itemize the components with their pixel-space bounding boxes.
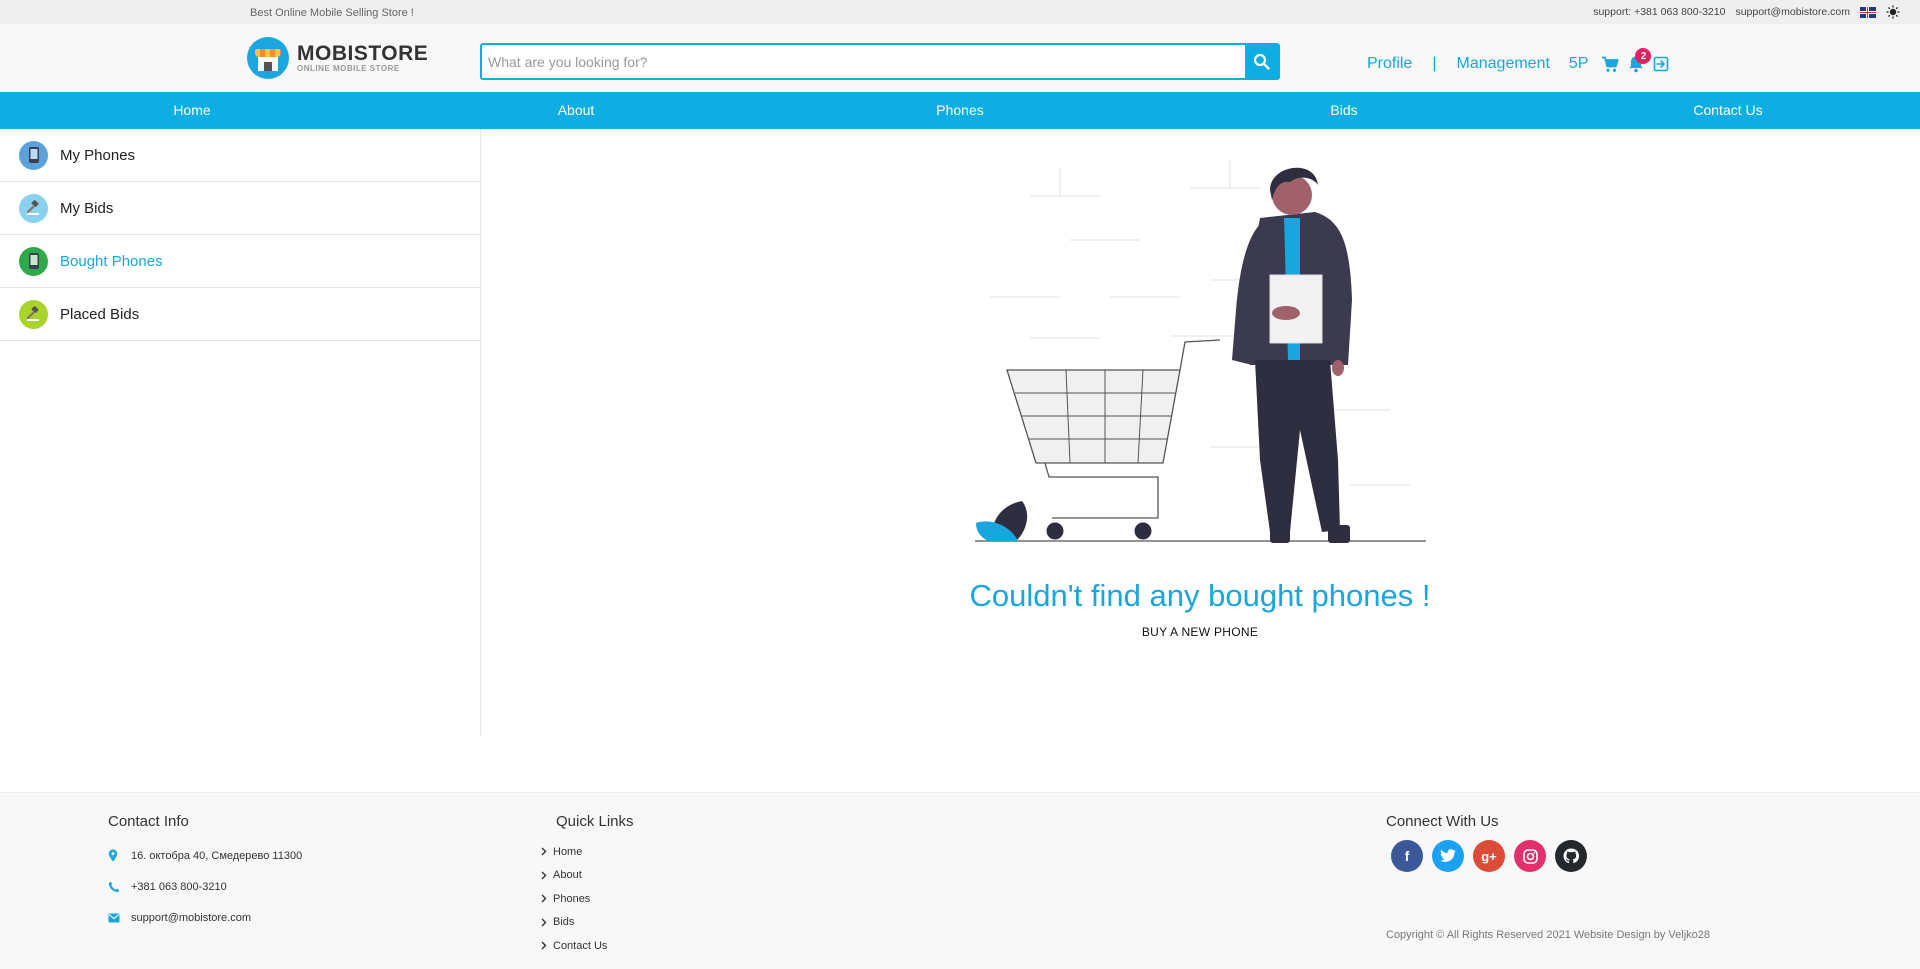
quick-link-label: About [553, 869, 582, 882]
notifications-bell-icon[interactable]: 2 [1628, 48, 1652, 73]
nav-separator: | [1432, 55, 1437, 72]
phone-icon [108, 881, 131, 893]
contact-phone: +381 063 800-3210 [108, 871, 302, 902]
chevron-right-icon [541, 918, 553, 927]
sidebar-item-placed-bids[interactable]: Placed Bids [0, 288, 480, 341]
search-button[interactable] [1245, 45, 1278, 78]
quick-link-label: Contact Us [553, 939, 608, 952]
chevron-right-icon [541, 847, 553, 856]
footer: Contact Info 16. октобра 40, Смедерево 1… [0, 792, 1920, 969]
nav-contact-us[interactable]: Contact Us [1536, 92, 1920, 129]
quick-link-label: Bids [553, 916, 575, 929]
sidebar-item-label: Placed Bids [60, 305, 140, 323]
brand-logo[interactable]: MOBISTORE ONLINE MOBILE STORE [247, 37, 428, 79]
quick-link-about[interactable]: About [541, 864, 634, 888]
header: MOBISTORE ONLINE MOBILE STORE Profile | … [0, 24, 1920, 92]
github-icon[interactable] [1555, 840, 1587, 872]
instagram-icon[interactable] [1514, 840, 1546, 872]
logout-icon[interactable] [1653, 56, 1669, 72]
search-bar [480, 43, 1280, 80]
cart-icon[interactable] [1601, 56, 1620, 73]
nav-bids[interactable]: Bids [1152, 92, 1536, 129]
points-balance[interactable]: 5P [1569, 55, 1589, 73]
account-sidebar: My Phones My Bids Bought Phones Placed B… [0, 129, 481, 737]
footer-contact-info: Contact Info 16. октобра 40, Смедерево 1… [108, 813, 302, 933]
brand-subtitle: ONLINE MOBILE STORE [297, 63, 400, 73]
twitter-icon[interactable] [1432, 840, 1464, 872]
location-pin-icon [108, 849, 131, 862]
gavel-icon [19, 299, 48, 329]
quick-link-phones[interactable]: Phones [541, 887, 634, 911]
footer-contact-title: Contact Info [108, 813, 189, 830]
tagline: Best Online Mobile Selling Store ! [250, 7, 414, 19]
phone-icon [19, 246, 48, 276]
chevron-right-icon [541, 941, 553, 950]
support-phone: support: +381 063 800-3210 [1593, 6, 1726, 18]
sidebar-item-label: Bought Phones [60, 252, 163, 270]
quick-link-contact-us[interactable]: Contact Us [541, 934, 634, 958]
main-nav: Home About Phones Bids Contact Us [0, 92, 1920, 129]
profile-link[interactable]: Profile [1367, 55, 1412, 73]
gavel-icon [19, 193, 48, 223]
contact-email: support@mobistore.com [108, 902, 302, 933]
buy-new-phone-button[interactable]: BUY A NEW PHONE [1100, 625, 1300, 639]
chevron-right-icon [541, 871, 553, 880]
google-plus-icon[interactable]: g+ [1473, 840, 1505, 872]
chevron-right-icon [541, 894, 553, 903]
sidebar-item-label: My Phones [60, 146, 136, 164]
footer-connect-title: Connect With Us [1386, 813, 1499, 830]
footer-quick-links: Quick Links Home About Phones Bids Conta… [541, 813, 634, 958]
contact-address: 16. октобра 40, Смедерево 11300 [108, 840, 302, 871]
brand-title: MOBISTORE [297, 41, 429, 65]
nav-phones[interactable]: Phones [768, 92, 1152, 129]
footer-connect: Connect With Us f g+ [1386, 813, 1587, 872]
footer-quick-links-title: Quick Links [556, 813, 634, 830]
sidebar-item-my-phones[interactable]: My Phones [0, 129, 480, 182]
empty-cart-illustration [975, 160, 1426, 543]
support-email[interactable]: support@mobistore.com [1735, 6, 1850, 18]
sidebar-item-label: My Bids [60, 199, 114, 217]
phone-icon [19, 140, 48, 170]
quick-link-label: Phones [553, 892, 591, 905]
nav-home[interactable]: Home [0, 92, 384, 129]
copyright-text: Copyright © All Rights Reserved 2021 Web… [1386, 929, 1711, 941]
quick-link-home[interactable]: Home [541, 840, 634, 864]
quick-link-bids[interactable]: Bids [541, 911, 634, 935]
user-nav: Profile | Management 5P 2 [1367, 48, 1678, 73]
quick-link-label: Home [553, 845, 583, 858]
management-link[interactable]: Management [1457, 55, 1550, 73]
search-icon [1253, 53, 1270, 70]
search-input[interactable] [482, 45, 1245, 78]
store-logo-icon [247, 37, 289, 79]
top-bar: Best Online Mobile Selling Store ! suppo… [0, 0, 1920, 24]
english-flag-icon[interactable] [1860, 6, 1876, 18]
email-icon [108, 913, 131, 923]
nav-about[interactable]: About [384, 92, 768, 129]
sidebar-item-bought-phones[interactable]: Bought Phones [0, 235, 480, 288]
notification-badge: 2 [1635, 48, 1652, 64]
contact-phone-text: +381 063 800-3210 [131, 880, 227, 893]
contact-address-text: 16. октобра 40, Смедерево 11300 [131, 849, 303, 862]
contact-email-text[interactable]: support@mobistore.com [131, 912, 251, 924]
social-links: f g+ [1391, 840, 1587, 872]
facebook-icon[interactable]: f [1391, 840, 1423, 872]
empty-state-title: Couldn't find any bought phones ! [969, 578, 1431, 613]
sidebar-item-my-bids[interactable]: My Bids [0, 182, 480, 235]
theme-toggle-sun-icon[interactable] [1886, 5, 1900, 19]
